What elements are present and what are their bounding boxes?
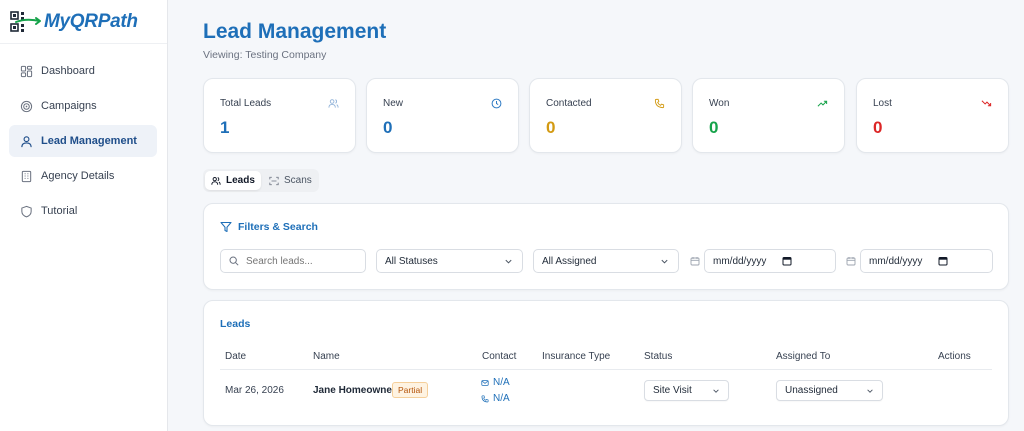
sidebar-item-tutorial[interactable]: Tutorial — [9, 195, 157, 227]
lead-status-value: Site Visit — [653, 385, 692, 396]
logo[interactable]: MyQRPath — [0, 0, 167, 44]
stat-label: Won — [709, 98, 730, 109]
stat-card-won: Won 0 — [692, 78, 845, 153]
tab-leads[interactable]: Leads — [205, 171, 261, 190]
column-header-insurance-type: Insurance Type — [542, 351, 611, 362]
chevron-down-icon — [713, 389, 719, 393]
date-to-input[interactable]: mm/dd/yyyy — [860, 249, 993, 273]
stat-label: Contacted — [546, 98, 592, 109]
column-header-actions: Actions — [938, 351, 971, 362]
table-divider — [220, 369, 992, 370]
phone-icon — [481, 394, 489, 402]
search-icon — [229, 256, 239, 266]
sidebar-item-agency-details[interactable]: Agency Details — [9, 160, 157, 192]
shield-icon — [20, 205, 33, 218]
sidebar-item-label: Tutorial — [41, 205, 78, 217]
leads-title: Leads — [220, 318, 251, 330]
status-filter-select[interactable]: All Statuses — [376, 249, 523, 273]
stat-card-total-leads: Total Leads 1 — [203, 78, 356, 153]
filters-card: Filters & Search All Statuses All Assign… — [203, 203, 1009, 290]
column-header-status: Status — [644, 351, 673, 362]
stat-label: Total Leads — [220, 98, 272, 109]
column-header-assigned-to: Assigned To — [776, 351, 831, 362]
lead-status-select[interactable]: Site Visit — [644, 380, 729, 401]
building-icon — [20, 170, 33, 183]
main-content: Lead Management Viewing: Testing Company… — [169, 0, 1024, 431]
calendar-picker-icon[interactable] — [782, 256, 792, 266]
column-header-name: Name — [313, 351, 340, 362]
target-icon — [20, 100, 33, 113]
column-header-date: Date — [225, 351, 247, 362]
user-icon — [20, 135, 33, 148]
sidebar-nav: Dashboard Campaigns Lead Management Agen… — [0, 44, 167, 227]
stat-value: 0 — [546, 118, 556, 137]
stat-value: 1 — [220, 118, 230, 137]
phone-icon — [654, 98, 665, 109]
date-from-input[interactable]: mm/dd/yyyy — [704, 249, 836, 273]
tab-label: Leads — [226, 175, 255, 186]
sidebar-item-lead-management[interactable]: Lead Management — [9, 125, 157, 157]
filters-title: Filters & Search — [220, 221, 318, 233]
view-tabs: Leads Scans — [203, 169, 319, 192]
stat-card-contacted: Contacted 0 — [529, 78, 682, 153]
clock-icon — [491, 98, 502, 109]
qr-logo-icon — [10, 10, 42, 34]
calendar-picker-icon[interactable] — [938, 256, 948, 266]
leads-card: Leads Date Name Contact Insurance Type S… — [203, 300, 1009, 426]
page-title: Lead Management — [203, 20, 387, 43]
search-field[interactable] — [246, 255, 365, 267]
sidebar-item-dashboard[interactable]: Dashboard — [9, 55, 157, 87]
sidebar-item-label: Campaigns — [41, 100, 97, 112]
stat-label: New — [383, 98, 404, 109]
dashboard-icon — [20, 65, 33, 78]
logo-text: MyQRPath — [44, 10, 138, 32]
sidebar-item-label: Agency Details — [41, 170, 115, 182]
users-icon — [211, 176, 221, 185]
calendar-icon — [846, 257, 856, 266]
stat-label: Lost — [873, 98, 892, 109]
status-filter-value: All Statuses — [385, 255, 438, 267]
tab-label: Scans — [284, 175, 312, 186]
stat-value: 0 — [873, 118, 883, 137]
stat-card-lost: Lost 0 — [856, 78, 1009, 153]
lead-assigned-select[interactable]: Unassigned — [776, 380, 883, 401]
column-header-contact: Contact — [482, 351, 517, 362]
stat-card-new: New 0 — [366, 78, 519, 153]
sidebar-item-label: Dashboard — [41, 65, 95, 77]
mail-icon — [481, 379, 489, 386]
lead-email[interactable]: N/A — [481, 377, 510, 388]
partial-badge: Partial — [392, 382, 429, 398]
lead-assigned-value: Unassigned — [785, 385, 838, 396]
chevron-down-icon — [505, 259, 512, 264]
stat-value: 0 — [383, 118, 393, 137]
trending-up-icon — [817, 100, 828, 107]
sidebar-item-label: Lead Management — [41, 135, 137, 147]
date-to-value: mm/dd/yyyy — [869, 255, 923, 267]
lead-phone[interactable]: N/A — [481, 393, 510, 404]
filter-icon — [220, 221, 232, 233]
sidebar: MyQRPath Dashboard Campaigns Lead Manage… — [0, 0, 168, 431]
lead-date: Mar 26, 2026 — [225, 385, 284, 396]
tab-scans[interactable]: Scans — [263, 171, 318, 190]
chevron-down-icon — [661, 259, 668, 264]
sidebar-item-campaigns[interactable]: Campaigns — [9, 90, 157, 122]
calendar-icon — [690, 257, 700, 266]
lead-name: Jane Homeowner — [313, 385, 396, 396]
assigned-filter-select[interactable]: All Assigned — [533, 249, 679, 273]
trending-down-icon — [981, 100, 992, 107]
stat-value: 0 — [709, 118, 719, 137]
assigned-filter-value: All Assigned — [542, 255, 597, 267]
page-subtitle: Viewing: Testing Company — [203, 49, 327, 61]
date-from-value: mm/dd/yyyy — [713, 255, 767, 267]
chevron-down-icon — [867, 389, 873, 393]
users-icon — [328, 99, 339, 108]
scan-icon — [269, 176, 279, 185]
search-input[interactable] — [220, 249, 366, 273]
